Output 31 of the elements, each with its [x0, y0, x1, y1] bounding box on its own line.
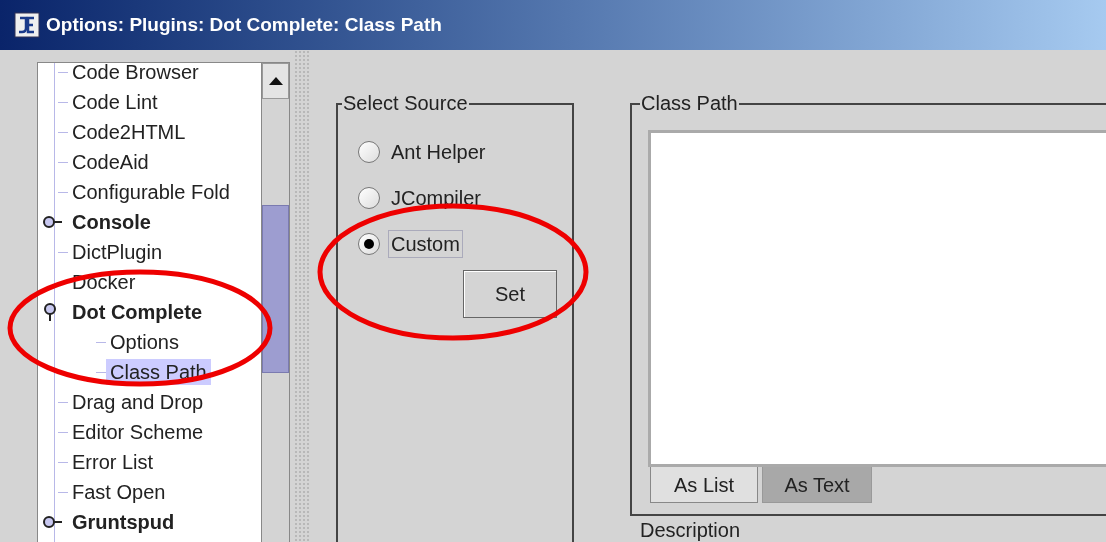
scroll-thumb[interactable] [262, 205, 289, 373]
tree-item[interactable]: CodeAid [68, 149, 153, 175]
tree-item[interactable]: Fast Open [68, 479, 170, 505]
tree-item[interactable]: Editor Scheme [68, 419, 208, 445]
radio-button[interactable] [358, 141, 380, 163]
class-path-list[interactable] [648, 130, 1106, 467]
scrollbar[interactable] [262, 62, 290, 542]
app-icon [14, 12, 40, 38]
up-arrow-icon [268, 77, 283, 85]
tree-item[interactable]: Console [68, 209, 155, 235]
radio-label[interactable]: Ant Helper [388, 138, 489, 166]
scroll-up-button[interactable] [262, 63, 289, 99]
tree-item[interactable]: Gruntspud [68, 509, 179, 535]
section-title: Description [640, 518, 742, 542]
tree-item[interactable]: Options [106, 329, 183, 355]
radio-label[interactable]: JCompiler [388, 184, 485, 212]
set-button[interactable]: Set [463, 270, 557, 318]
radio-button[interactable] [358, 233, 380, 255]
tree-item[interactable]: Drag and Drop [68, 389, 208, 415]
tab[interactable]: As Text [762, 467, 872, 503]
tree-item[interactable]: Code2HTML [68, 119, 190, 145]
radio-label[interactable]: Custom [388, 230, 463, 258]
window-title: Options: Plugins: Dot Complete: Class Path [46, 12, 442, 37]
tree-item[interactable]: Code Browser [68, 63, 203, 85]
tree-item[interactable]: Code Lint [68, 89, 162, 115]
tab[interactable]: As List [650, 467, 758, 503]
radio-button[interactable] [358, 187, 380, 209]
tree-item[interactable]: DictPlugin [68, 239, 167, 265]
tree-item[interactable]: Dot Complete [68, 299, 206, 325]
tree-item[interactable]: Error List [68, 449, 158, 475]
tree-item[interactable]: Configurable Fold [68, 179, 234, 205]
